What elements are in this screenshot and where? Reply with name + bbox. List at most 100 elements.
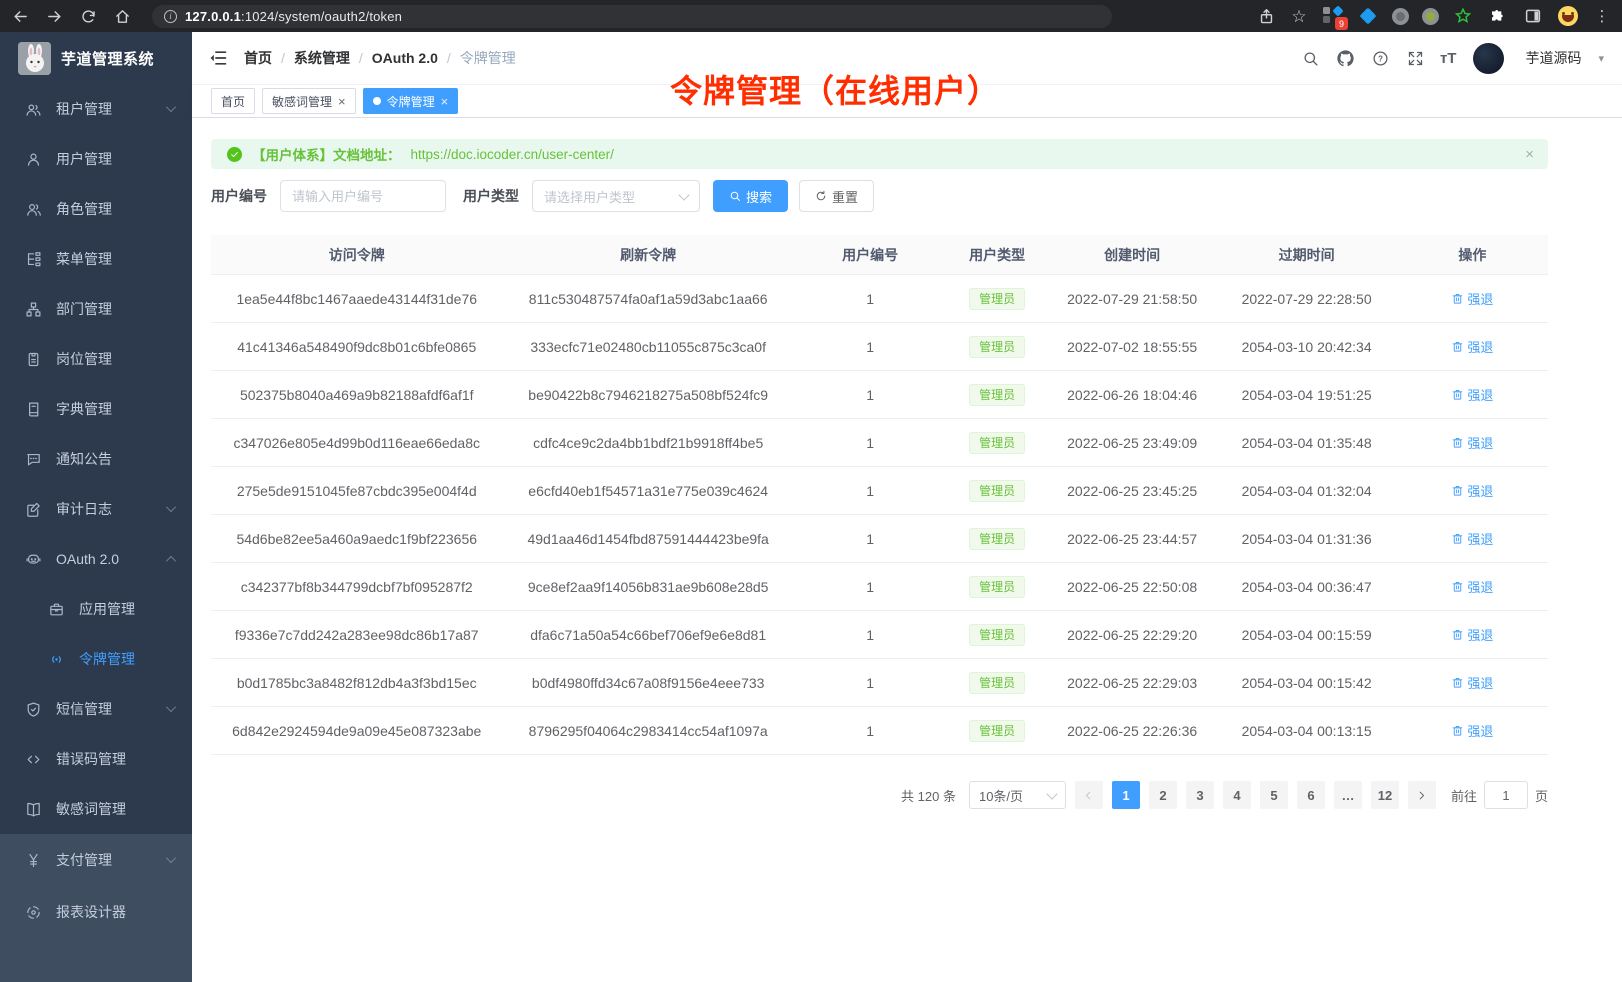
alert-close-icon[interactable]: ×	[1525, 146, 1534, 163]
tags-view-tab[interactable]: 令牌管理 ×	[363, 88, 459, 114]
font-size-icon[interactable]: тT	[1440, 50, 1457, 67]
alert-doc-link[interactable]: https://doc.iocoder.cn/user-center/	[411, 147, 614, 162]
force-logout-button[interactable]: 强退	[1451, 529, 1493, 548]
sidebar-menu-item[interactable]: 敏感词管理	[0, 784, 192, 834]
force-logout-button[interactable]: 强退	[1451, 721, 1493, 740]
fullscreen-icon[interactable]	[1405, 47, 1427, 69]
side-panel-icon[interactable]	[1522, 5, 1544, 27]
tab-close-icon[interactable]: ×	[441, 95, 449, 108]
sidebar-menu-item[interactable]: 支付管理	[0, 834, 192, 886]
user-name[interactable]: 芋道源码	[1525, 48, 1581, 68]
page-number-button[interactable]: 2	[1149, 781, 1177, 809]
url-path: :1024/system/oauth2/token	[241, 9, 402, 24]
user-dropdown-caret-icon[interactable]: ▾	[1598, 52, 1604, 65]
cell-refresh-token: be90422b8c7946218275a508bf524fc9	[502, 387, 793, 403]
sidebar-menu-item[interactable]: 错误码管理	[0, 734, 192, 784]
menu-item-label: 字典管理	[56, 399, 112, 419]
share-icon[interactable]	[1256, 6, 1276, 26]
github-icon[interactable]	[1335, 47, 1357, 69]
site-info-icon[interactable]: i	[164, 10, 177, 23]
cell-user-type: 管理员	[946, 432, 1048, 454]
browser-reload-button[interactable]	[78, 6, 98, 26]
prev-page-button[interactable]	[1075, 781, 1103, 809]
cell-actions: 强退	[1397, 481, 1548, 500]
page-number-button[interactable]: 6	[1297, 781, 1325, 809]
menu-item-icon	[25, 852, 42, 869]
extension-diamond	[1332, 5, 1343, 16]
tags-view-tab[interactable]: 敏感词管理 ×	[262, 88, 356, 114]
force-logout-button[interactable]: 强退	[1451, 481, 1493, 500]
breadcrumb-item-system[interactable]: 系统管理	[294, 48, 350, 68]
force-logout-label: 强退	[1467, 721, 1493, 740]
command-extension-icon[interactable]	[1392, 8, 1409, 25]
sidebar-menu-item[interactable]: 令牌管理	[0, 634, 192, 684]
extensions-puzzle-icon[interactable]	[1487, 5, 1509, 27]
app-logo-row[interactable]: 芋道管理系统	[0, 32, 192, 84]
green-star-extension-icon[interactable]	[1452, 5, 1474, 27]
page-size-select[interactable]: 10条/页	[969, 781, 1066, 809]
tags-view-tab[interactable]: 首页 ×	[211, 88, 255, 114]
sidebar-fold-icon[interactable]	[208, 48, 228, 68]
cell-expire-time: 2054-03-10 20:42:34	[1216, 339, 1396, 355]
force-logout-button[interactable]: 强退	[1451, 433, 1493, 452]
tab-close-icon[interactable]: ×	[338, 95, 346, 108]
sidebar-menu-item[interactable]: 部门管理	[0, 284, 192, 334]
sidebar-menu-item[interactable]: 报表设计器	[0, 886, 192, 938]
breadcrumb-item-oauth[interactable]: OAuth 2.0	[372, 50, 438, 66]
sidebar-menu-item[interactable]: 用户管理	[0, 134, 192, 184]
help-icon[interactable]: ?	[1370, 47, 1392, 69]
cell-access-token: c342377bf8b344799dcbf7bf095287f2	[211, 579, 502, 595]
search-button[interactable]: 搜索	[713, 180, 788, 212]
page-number-button[interactable]: …	[1334, 781, 1362, 809]
tab-label: 令牌管理	[387, 93, 435, 110]
reset-button[interactable]: 重置	[799, 180, 874, 212]
sidebar-menu-item[interactable]: 字典管理	[0, 384, 192, 434]
bookmark-star-icon[interactable]: ☆	[1289, 6, 1309, 26]
sidebar-menu-item[interactable]: 角色管理	[0, 184, 192, 234]
force-logout-button[interactable]: 强退	[1451, 625, 1493, 644]
sidebar-menu-item[interactable]: 审计日志	[0, 484, 192, 534]
sidebar-menu-item[interactable]: 通知公告	[0, 434, 192, 484]
extension-grid-icon[interactable]: 9	[1322, 5, 1344, 27]
force-logout-button[interactable]: 强退	[1451, 289, 1493, 308]
menu-item-icon	[25, 401, 42, 418]
gem-extension-icon[interactable]	[1357, 5, 1379, 27]
user-avatar[interactable]	[1473, 43, 1504, 74]
cell-access-token: 1ea5e44f8bc1467aaede43144f31de76	[211, 291, 502, 307]
search-icon[interactable]	[1300, 47, 1322, 69]
force-logout-button[interactable]: 强退	[1451, 385, 1493, 404]
page-number-button[interactable]: 3	[1186, 781, 1214, 809]
col-header-actions: 操作	[1397, 245, 1548, 265]
force-logout-button[interactable]: 强退	[1451, 673, 1493, 692]
sidebar-menu-item[interactable]: OAuth 2.0	[0, 534, 192, 584]
pagination-goto: 前往 页	[1451, 781, 1548, 809]
user-id-input[interactable]	[280, 180, 446, 212]
profile-emoji-avatar[interactable]	[1557, 5, 1579, 27]
page-number-button[interactable]: 1	[1112, 781, 1140, 809]
goto-page-input[interactable]	[1484, 781, 1528, 809]
col-header-refresh-token: 刷新令牌	[502, 245, 793, 265]
cell-user-id: 1	[794, 435, 946, 451]
page-number-button[interactable]: 4	[1223, 781, 1251, 809]
breadcrumb-item-home[interactable]: 首页	[244, 48, 272, 68]
recorder-extension-icon[interactable]	[1422, 8, 1439, 25]
sidebar-menu-item[interactable]: 岗位管理	[0, 334, 192, 384]
page-number-button[interactable]: 12	[1371, 781, 1399, 809]
browser-home-button[interactable]	[112, 6, 132, 26]
force-logout-button[interactable]: 强退	[1451, 577, 1493, 596]
user-type-select[interactable]: 请选择用户类型	[532, 180, 700, 212]
menu-item-label: OAuth 2.0	[56, 551, 119, 567]
browser-forward-button[interactable]	[44, 6, 64, 26]
table-row: 6d842e2924594de9a09e45e087323abe 8796295…	[211, 707, 1548, 755]
sidebar-menu-item[interactable]: 应用管理	[0, 584, 192, 634]
address-bar[interactable]: i 127.0.0.1:1024/system/oauth2/token	[152, 5, 1112, 28]
force-logout-button[interactable]: 强退	[1451, 337, 1493, 356]
next-page-button[interactable]	[1408, 781, 1436, 809]
sidebar-menu-item[interactable]: 租户管理	[0, 84, 192, 134]
page-number-button[interactable]: 5	[1260, 781, 1288, 809]
sidebar-menu-item[interactable]: 菜单管理	[0, 234, 192, 284]
browser-back-button[interactable]	[10, 6, 30, 26]
sidebar-menu-item[interactable]: 短信管理	[0, 684, 192, 734]
table-row: c342377bf8b344799dcbf7bf095287f2 9ce8ef2…	[211, 563, 1548, 611]
browser-menu-icon[interactable]: ⋮	[1592, 6, 1612, 26]
